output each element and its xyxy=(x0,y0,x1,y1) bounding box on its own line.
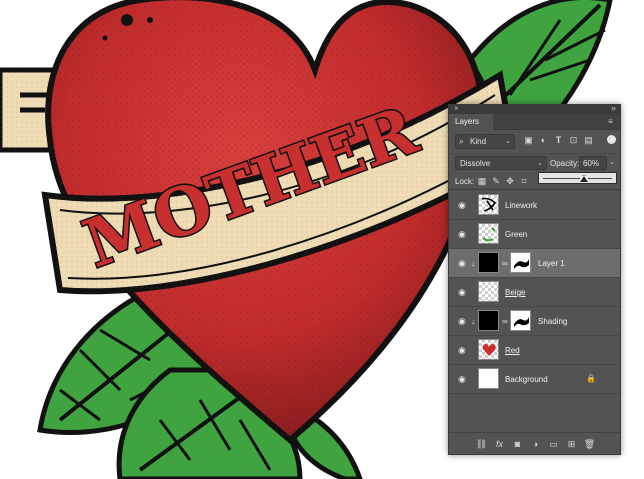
layers-list: ◉ Linework ◉ Green ◉ ↓ ∞ Layer 1 ◉ Beige ◉ ↓ ∞ Shadin… xyxy=(449,191,620,394)
layer-row[interactable]: ◉ Green xyxy=(449,220,620,249)
blend-mode-select[interactable]: Dissolve ⌄ xyxy=(455,156,547,170)
layer-row[interactable]: ◉ Red xyxy=(449,336,620,365)
layer-name[interactable]: Beige xyxy=(505,288,525,297)
lock-icon[interactable]: 🔒 xyxy=(586,374,596,384)
layer-mask-thumbnail[interactable] xyxy=(510,310,531,331)
filter-kind-label: Kind xyxy=(470,137,487,146)
opacity-value: 60% xyxy=(583,159,600,168)
lock-artboard-icon[interactable]: ⌗ xyxy=(518,175,530,187)
filter-toggle[interactable] xyxy=(607,135,616,144)
opacity-label: Opacity: xyxy=(550,159,580,168)
layer-row[interactable]: ◉ Beige xyxy=(449,278,620,307)
visibility-eye-icon[interactable]: ◉ xyxy=(458,259,467,268)
layer-mask-thumbnail[interactable] xyxy=(510,252,531,273)
layer-name[interactable]: Green xyxy=(505,230,527,239)
visibility-eye-icon[interactable]: ◉ xyxy=(458,201,467,210)
opacity-chevron-icon[interactable]: ⌄ xyxy=(609,158,615,166)
panel-titlebar[interactable]: × » xyxy=(449,103,620,114)
chevron-down-icon: ⌄ xyxy=(505,138,511,145)
lock-label: Lock: xyxy=(455,177,475,186)
visibility-eye-icon[interactable]: ◉ xyxy=(458,288,467,297)
smart-object-filter-icon[interactable]: ▤ xyxy=(583,135,594,146)
tab-layers[interactable]: Layers xyxy=(449,114,493,130)
visibility-eye-icon[interactable]: ◉ xyxy=(458,346,467,355)
lock-paint-icon[interactable]: ✎ xyxy=(490,175,502,187)
chevron-down-icon: ⌄ xyxy=(537,160,543,167)
layer-name[interactable]: Shading xyxy=(538,317,567,326)
shape-filter-icon[interactable]: ⊡ xyxy=(568,135,579,146)
panel-footer: ⛓ fx ◙ ◑ ▭ ⊞ 🗑 xyxy=(449,432,620,454)
layer-row[interactable]: ◉ ↓ ∞ Layer 1 xyxy=(449,249,620,278)
trash-icon[interactable]: 🗑 xyxy=(583,438,596,450)
layer-thumbnail[interactable] xyxy=(478,252,499,273)
slider-thumb[interactable] xyxy=(580,175,589,182)
visibility-eye-icon[interactable]: ◉ xyxy=(458,375,467,384)
layer-thumbnail[interactable] xyxy=(478,281,499,302)
layer-thumbnail[interactable] xyxy=(478,310,499,331)
mask-link-icon[interactable]: ∞ xyxy=(502,317,508,326)
slider-track xyxy=(543,178,612,179)
layer-thumbnail[interactable] xyxy=(478,223,499,244)
layer-row[interactable]: ◉ Background 🔒 xyxy=(449,365,620,394)
layer-thumbnail[interactable] xyxy=(478,368,499,389)
search-icon: ⌕ xyxy=(459,136,465,146)
layer-name[interactable]: Layer 1 xyxy=(538,259,565,268)
mask-link-icon[interactable]: ∞ xyxy=(502,259,508,268)
clipping-arrow-icon: ↓ xyxy=(471,317,475,326)
hamburger-menu-icon[interactable]: ≡ xyxy=(606,117,615,126)
layer-thumbnail[interactable] xyxy=(478,339,499,360)
new-layer-icon[interactable]: ⊞ xyxy=(565,438,578,450)
layer-name[interactable]: Red xyxy=(505,346,520,355)
blend-mode-value: Dissolve xyxy=(460,159,491,168)
layer-row[interactable]: ◉ ↓ ∞ Shading xyxy=(449,307,620,336)
opacity-slider[interactable] xyxy=(538,172,617,184)
adjustment-filter-icon[interactable]: ◐ xyxy=(538,135,549,146)
panel-tabbar: Layers ≡ xyxy=(449,114,620,130)
layers-panel: × » Layers ≡ ⌕ Kind ⌄ ▣ ◐ T ⊡ ▤ Dissolve… xyxy=(448,103,621,455)
layer-name[interactable]: Background xyxy=(505,375,548,384)
type-filter-icon[interactable]: T xyxy=(553,135,564,146)
opacity-field[interactable]: 60% xyxy=(579,156,607,170)
visibility-eye-icon[interactable]: ◉ xyxy=(458,230,467,239)
lock-transparent-icon[interactable]: ▦ xyxy=(476,175,488,187)
adjustment-layer-icon[interactable]: ◑ xyxy=(529,438,542,450)
lock-row: Lock: ▦ ✎ ✥ ⌗ xyxy=(449,172,620,190)
add-mask-icon[interactable]: ◙ xyxy=(511,438,524,450)
visibility-eye-icon[interactable]: ◉ xyxy=(458,317,467,326)
clipping-arrow-icon: ↓ xyxy=(471,259,475,268)
close-icon[interactable]: × xyxy=(454,104,459,113)
new-group-icon[interactable]: ▭ xyxy=(547,438,560,450)
filter-kind-select[interactable]: ⌕ Kind ⌄ xyxy=(455,134,515,149)
filter-row: ⌕ Kind ⌄ ▣ ◐ T ⊡ ▤ xyxy=(449,132,620,152)
double-chevron-icon[interactable]: » xyxy=(611,103,616,113)
layer-thumbnail[interactable] xyxy=(478,194,499,215)
fx-icon[interactable]: fx xyxy=(493,438,506,450)
blend-row: Dissolve ⌄ Opacity: 60% ⌄ xyxy=(449,153,620,171)
image-filter-icon[interactable]: ▣ xyxy=(523,135,534,146)
layer-name[interactable]: Linework xyxy=(505,201,537,210)
link-layers-icon[interactable]: ⛓ xyxy=(475,438,488,450)
layer-row[interactable]: ◉ Linework xyxy=(449,191,620,220)
lock-move-icon[interactable]: ✥ xyxy=(504,175,516,187)
